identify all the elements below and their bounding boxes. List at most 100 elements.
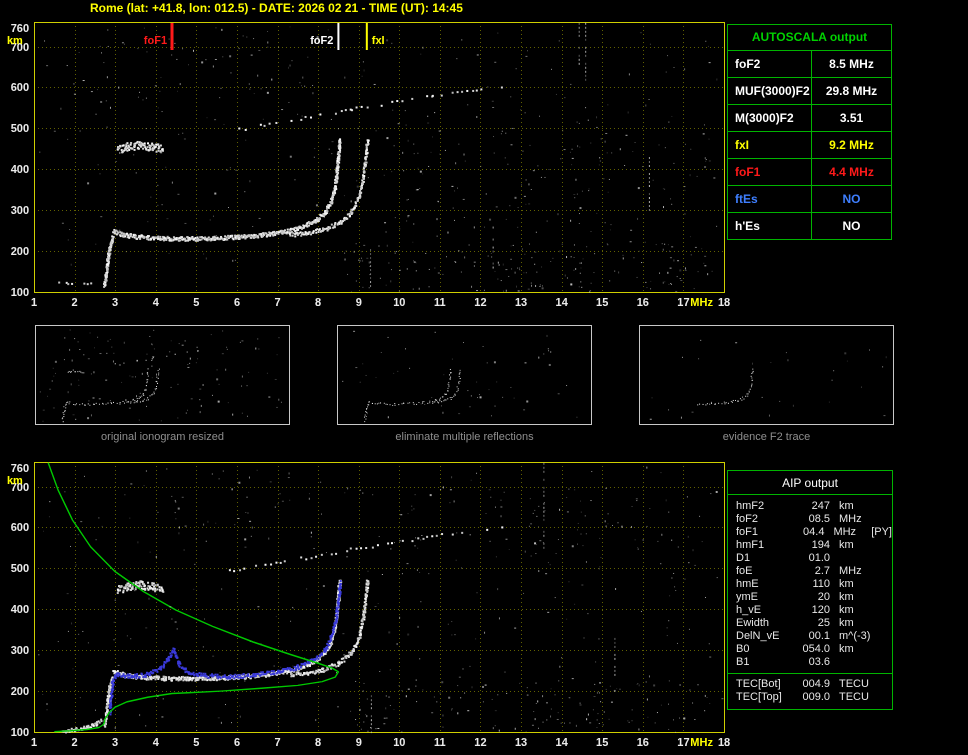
- aip-param-value: 20: [794, 591, 830, 604]
- aip-param-value: 04.4: [791, 526, 825, 539]
- aip-param-label: TEC[Bot]: [736, 678, 794, 691]
- autoscala-param-label: foF1: [728, 159, 812, 185]
- aip-param-label: hmE: [736, 578, 794, 591]
- aip-param-label: D1: [736, 552, 794, 565]
- thumbnail-evidence-f2: [639, 325, 894, 425]
- aip-param-value: 08.5: [794, 513, 830, 526]
- aip-param-extra: [877, 578, 892, 591]
- aip-param-unit: MHz: [830, 565, 877, 578]
- thumbnail-original-canvas: [36, 326, 289, 424]
- autoscala-row-hes: h'EsNO: [728, 212, 891, 239]
- aip-table-title: AIP output: [728, 471, 892, 495]
- aip-param-label: foE: [736, 565, 794, 578]
- aip-param-unit: m^(-3): [830, 630, 877, 643]
- aip-row-ewidth: Ewidth25km: [728, 617, 892, 630]
- aip-row-b1: B103.6: [728, 656, 892, 669]
- aip-param-extra: [877, 617, 892, 630]
- aip-param-unit: [830, 656, 877, 669]
- aip-param-value: 03.6: [794, 656, 830, 669]
- aip-param-value: 25: [794, 617, 830, 630]
- aip-param-unit: km: [830, 617, 877, 630]
- top-ionogram-canvas: [0, 16, 740, 316]
- autoscala-app-window: Rome (lat: +41.8, lon: 012.5) - DATE: 20…: [0, 0, 968, 755]
- aip-param-label: ymE: [736, 591, 794, 604]
- thumbnail-caption-eliminate: eliminate multiple reflections: [337, 431, 592, 443]
- autoscala-param-label: h'Es: [728, 213, 812, 239]
- aip-row-foe: foE2.7MHz: [728, 565, 892, 578]
- aip-param-value: 2.7: [794, 565, 830, 578]
- aip-row-delnve: DelN_vE00.1m^(-3): [728, 630, 892, 643]
- aip-param-label: hmF1: [736, 539, 794, 552]
- autoscala-param-value: NO: [812, 186, 891, 212]
- aip-param-extra: [877, 643, 892, 656]
- autoscala-param-value: 8.5 MHz: [812, 51, 891, 77]
- aip-param-value: 194: [794, 539, 830, 552]
- autoscala-param-value: 4.4 MHz: [812, 159, 891, 185]
- aip-param-extra: [877, 539, 892, 552]
- aip-param-extra: [877, 565, 892, 578]
- aip-param-unit: km: [830, 578, 877, 591]
- station-date-time-title: Rome (lat: +41.8, lon: 012.5) - DATE: 20…: [90, 1, 463, 15]
- aip-param-label: B0: [736, 643, 794, 656]
- aip-param-unit: km: [830, 643, 877, 656]
- aip-param-unit: km: [830, 604, 877, 617]
- autoscala-param-label: MUF(3000)F2: [728, 78, 812, 104]
- aip-tec-separator: [728, 673, 892, 674]
- aip-output-table: AIP output hmF2247kmfoF208.5MHzfoF104.4M…: [727, 470, 893, 710]
- aip-param-unit: TECU: [830, 691, 877, 704]
- aip-param-unit: km: [830, 500, 877, 513]
- autoscala-row-ftes: ftEsNO: [728, 185, 891, 212]
- aip-param-unit: [830, 552, 877, 565]
- aip-param-label: foF2: [736, 513, 794, 526]
- aip-row-fof2: foF208.5MHz: [728, 513, 892, 526]
- aip-param-value: 110: [794, 578, 830, 591]
- aip-row-hmf2: hmF2247km: [728, 500, 892, 513]
- aip-param-label: Ewidth: [736, 617, 794, 630]
- aip-row-b0: B0054.0km: [728, 643, 892, 656]
- autoscala-row-fof1: foF14.4 MHz: [728, 158, 891, 185]
- aip-param-label: foF1: [736, 526, 791, 539]
- thumbnail-caption-original: original ionogram resized: [35, 431, 290, 443]
- autoscala-table-rows: foF28.5 MHzMUF(3000)F229.8 MHzM(3000)F23…: [728, 50, 891, 239]
- aip-param-extra: [877, 604, 892, 617]
- aip-param-unit: km: [830, 539, 877, 552]
- autoscala-param-label: foF2: [728, 51, 812, 77]
- aip-row-fof1: foF104.4MHz[PY]: [728, 526, 892, 539]
- aip-param-extra: [877, 552, 892, 565]
- aip-row-hmf1: hmF1194km: [728, 539, 892, 552]
- autoscala-table-title: AUTOSCALA output: [728, 25, 891, 50]
- aip-param-unit: TECU: [830, 678, 877, 691]
- aip-row-hme: hmE110km: [728, 578, 892, 591]
- aip-tec-rows: TEC[Bot]004.9TECUTEC[Top]009.0TECU: [728, 678, 892, 704]
- autoscala-row-m3000f2: M(3000)F23.51: [728, 104, 891, 131]
- aip-param-unit: MHz: [824, 526, 869, 539]
- aip-param-value: 120: [794, 604, 830, 617]
- thumbnail-original-ionogram: [35, 325, 290, 425]
- aip-param-value: 247: [794, 500, 830, 513]
- autoscala-param-value: 29.8 MHz: [812, 78, 891, 104]
- aip-param-extra: [877, 591, 892, 604]
- autoscala-row-fof2: foF28.5 MHz: [728, 50, 891, 77]
- autoscala-row-fxi: fxI9.2 MHz: [728, 131, 891, 158]
- aip-param-extra: [877, 513, 892, 526]
- aip-row-tectop: TEC[Top]009.0TECU: [728, 691, 892, 704]
- aip-param-label: hmF2: [736, 500, 794, 513]
- aip-param-extra: [877, 656, 892, 669]
- aip-param-value: 01.0: [794, 552, 830, 565]
- aip-table-rows: hmF2247kmfoF208.5MHzfoF104.4MHz[PY]hmF11…: [728, 500, 892, 669]
- autoscala-param-label: M(3000)F2: [728, 105, 812, 131]
- aip-param-label: DelN_vE: [736, 630, 794, 643]
- aip-param-unit: km: [830, 591, 877, 604]
- aip-param-label: B1: [736, 656, 794, 669]
- aip-param-label: TEC[Top]: [736, 691, 794, 704]
- thumbnail-eliminate-reflections: [337, 325, 592, 425]
- autoscala-param-value: 3.51: [812, 105, 891, 131]
- aip-row-tecbot: TEC[Bot]004.9TECU: [728, 678, 892, 691]
- autoscala-output-table: AUTOSCALA output foF28.5 MHzMUF(3000)F22…: [727, 24, 892, 240]
- thumbnail-caption-evidence: evidence F2 trace: [639, 431, 894, 443]
- aip-param-extra: [877, 630, 892, 643]
- aip-param-extra: [PY]: [869, 526, 892, 539]
- aip-param-value: 009.0: [794, 691, 830, 704]
- autoscala-row-muf3000f2: MUF(3000)F229.8 MHz: [728, 77, 891, 104]
- bottom-ionogram-canvas: [0, 456, 740, 755]
